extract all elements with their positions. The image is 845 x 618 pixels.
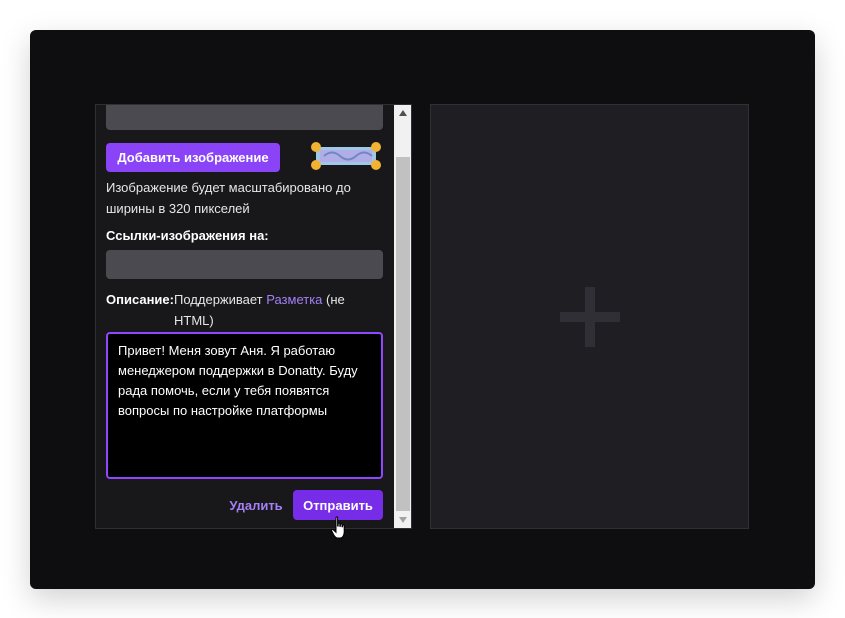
- markup-link[interactable]: Разметка: [266, 292, 322, 307]
- description-hint: Поддерживает Разметка (не HTML): [174, 289, 374, 331]
- arrow-up-icon[interactable]: [394, 105, 411, 122]
- title-input[interactable]: [106, 105, 383, 130]
- image-hint: Изображение будет масштабировано до шири…: [106, 180, 351, 216]
- description-textarea[interactable]: Привет! Меня зовут Аня. Я работаю менедж…: [106, 332, 383, 479]
- description-label: Описание:: [106, 292, 174, 307]
- links-input[interactable]: [106, 250, 383, 279]
- delete-button[interactable]: Удалить: [226, 491, 286, 520]
- editor-content: Добавить изображение Изображение будет м…: [96, 105, 394, 528]
- panel-add-new[interactable]: [430, 104, 749, 529]
- scrollbar-thumb[interactable]: [396, 157, 410, 511]
- add-image-button[interactable]: Добавить изображение: [106, 143, 280, 172]
- hand-pointer-icon: [331, 516, 345, 539]
- panel-editor: Добавить изображение Изображение будет м…: [95, 104, 412, 529]
- arrow-down-icon[interactable]: [394, 512, 411, 528]
- links-label: Ссылки-изображения на:: [106, 228, 269, 243]
- scrollbar[interactable]: [394, 105, 411, 528]
- markup-hint-prefix: Поддерживает: [174, 292, 267, 307]
- image-thumbnail: [311, 142, 381, 170]
- plus-icon[interactable]: [560, 287, 620, 347]
